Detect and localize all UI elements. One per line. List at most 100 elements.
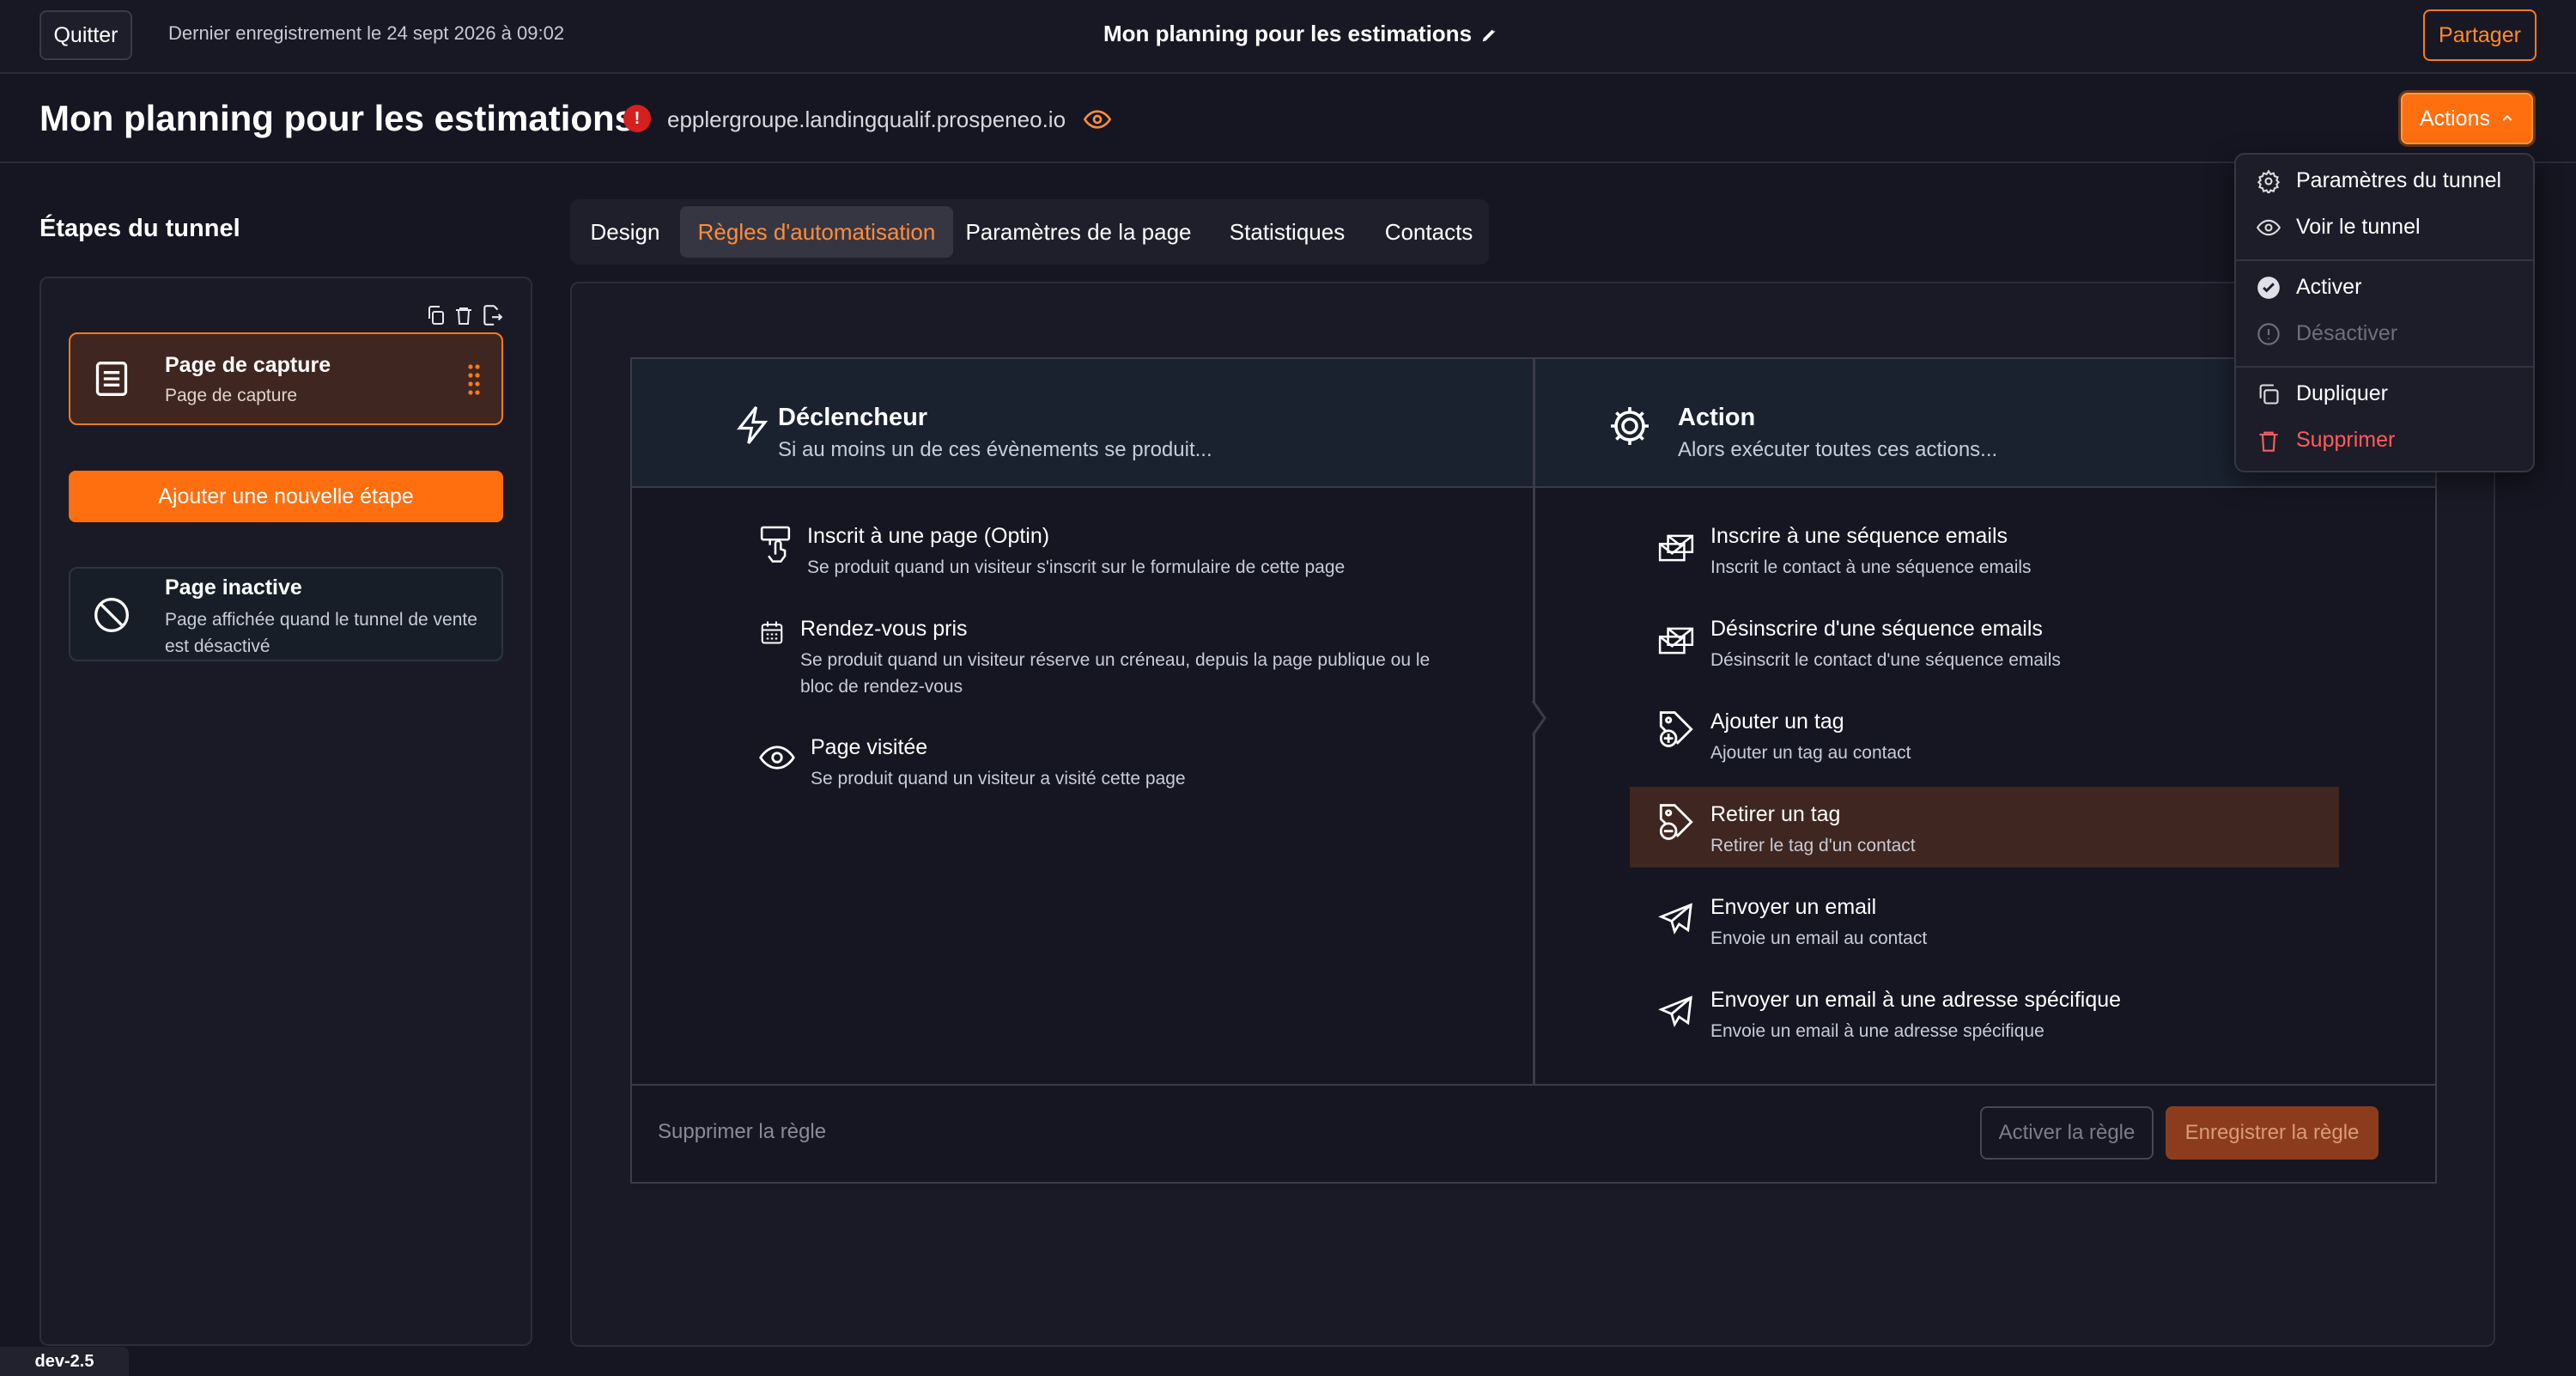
trigger-subtitle: Si au moins un de ces évènements se prod… bbox=[778, 438, 1212, 461]
action-item-subscribe-sequence[interactable]: Inscrire à une séquence emails Inscrit l… bbox=[1657, 524, 2032, 581]
item-title: Retirer un tag bbox=[1710, 802, 1841, 826]
actions-dropdown-menu: Paramètres du tunnel Voir le tunnel Acti… bbox=[2234, 153, 2535, 472]
alert-circle-icon bbox=[2257, 322, 2281, 346]
step-subtitle: Page de capture bbox=[165, 386, 298, 405]
pencil-icon[interactable] bbox=[1480, 25, 1499, 44]
delete-rule-link[interactable]: Supprimer la règle bbox=[658, 1120, 826, 1144]
share-button[interactable]: Partager bbox=[2423, 9, 2537, 61]
eye-icon bbox=[2257, 216, 2281, 240]
divider-arrow bbox=[1531, 701, 1548, 735]
copy-icon bbox=[2257, 382, 2281, 406]
item-description: Envoie un email à une adresse spécifique bbox=[1710, 1021, 2044, 1041]
tab-page-settings[interactable]: Paramètres de la page bbox=[958, 206, 1199, 258]
quit-button[interactable]: Quitter bbox=[39, 10, 132, 60]
item-description: Ajouter un tag au contact bbox=[1710, 743, 1911, 763]
eye-icon[interactable] bbox=[1084, 106, 1111, 133]
step-subtitle: Page affichée quand le tunnel de vente e… bbox=[165, 610, 477, 656]
menu-item-view-funnel[interactable]: Voir le tunnel bbox=[2257, 215, 2421, 240]
action-subtitle: Alors exécuter toutes ces actions... bbox=[1678, 438, 1998, 461]
email-sequence-icon bbox=[1657, 617, 1695, 673]
item-title: Envoyer un email à une adresse spécifiqu… bbox=[1710, 988, 2122, 1012]
last-save-status: Dernier enregistrement le 24 sept 2026 à… bbox=[168, 22, 565, 44]
menu-item-label: Désactiver bbox=[2296, 321, 2398, 345]
funnel-name-editable[interactable]: Mon planning pour les estimations bbox=[1103, 21, 1499, 47]
gear-icon bbox=[1609, 405, 1650, 447]
menu-item-funnel-settings[interactable]: Paramètres du tunnel bbox=[2257, 168, 2501, 193]
trash-icon bbox=[2257, 429, 2281, 453]
step-title: Page inactive bbox=[165, 575, 302, 600]
gear-icon bbox=[2257, 168, 2281, 193]
tab-design[interactable]: Design bbox=[577, 206, 673, 258]
item-title: Inscrire à une séquence emails bbox=[1710, 524, 2008, 548]
item-title: Ajouter un tag bbox=[1710, 709, 1844, 734]
item-description: Se produit quand un visiteur s'inscrit s… bbox=[807, 557, 1346, 577]
menu-item-label: Paramètres du tunnel bbox=[2296, 168, 2502, 192]
save-rule-button[interactable]: Enregistrer la règle bbox=[2166, 1106, 2379, 1160]
eye-icon bbox=[759, 735, 795, 792]
menu-item-label: Dupliquer bbox=[2296, 381, 2389, 405]
check-circle-icon bbox=[2257, 276, 2281, 300]
item-title: Rendez-vous pris bbox=[800, 617, 968, 641]
activate-rule-button[interactable]: Activer la règle bbox=[1980, 1106, 2154, 1160]
item-description: Retirer le tag d'un contact bbox=[1710, 836, 1916, 855]
optin-icon bbox=[759, 524, 792, 581]
tab-statistics[interactable]: Statistiques bbox=[1204, 206, 1370, 258]
step-title: Page de capture bbox=[165, 353, 331, 377]
footer-divider bbox=[632, 1084, 2435, 1086]
action-item-send-email[interactable]: Envoyer un email Envoie un email au cont… bbox=[1657, 895, 1927, 952]
chevron-up-icon bbox=[2500, 112, 2514, 125]
trigger-item-optin[interactable]: Inscrit à une page (Optin) Se produit qu… bbox=[759, 524, 1345, 581]
trigger-title: Déclencheur bbox=[778, 404, 928, 431]
item-title: Inscrit à une page (Optin) bbox=[807, 524, 1050, 548]
menu-item-label: Supprimer bbox=[2296, 428, 2396, 452]
item-title: Désinscrire d'une séquence emails bbox=[1710, 617, 2043, 641]
trash-icon[interactable] bbox=[453, 304, 474, 326]
add-step-button[interactable]: Ajouter une nouvelle étape bbox=[69, 471, 503, 522]
steps-panel bbox=[39, 277, 532, 1346]
item-description: Envoie un email au contact bbox=[1710, 928, 1928, 948]
error-status-icon[interactable]: ! bbox=[623, 105, 651, 132]
paper-plane-icon bbox=[1657, 895, 1695, 952]
drag-handle-icon[interactable] bbox=[467, 363, 481, 398]
step-inactive-page[interactable]: Page inactive Page affichée quand le tun… bbox=[69, 567, 503, 661]
item-description: Se produit quand un visiteur a visité ce… bbox=[811, 769, 1186, 788]
funnel-name-text: Mon planning pour les estimations bbox=[1103, 21, 1473, 46]
step-capture-page[interactable]: Page de capture Page de capture bbox=[69, 332, 503, 425]
export-icon[interactable] bbox=[481, 304, 503, 326]
step-toolbar bbox=[426, 304, 503, 326]
item-description: Désinscrit le contact d'une séquence ema… bbox=[1710, 650, 2061, 670]
trigger-header: Déclencheur Si au moins un de ces évènem… bbox=[632, 359, 1534, 488]
page-document-icon bbox=[93, 360, 131, 398]
steps-title: Étapes du tunnel bbox=[39, 215, 240, 242]
copy-icon[interactable] bbox=[426, 304, 447, 326]
menu-item-label: Activer bbox=[2296, 275, 2362, 299]
tag-add-icon bbox=[1657, 709, 1695, 766]
actions-label: Actions bbox=[2420, 106, 2490, 131]
menu-item-duplicate[interactable]: Dupliquer bbox=[2257, 381, 2388, 406]
menu-item-deactivate: Désactiver bbox=[2257, 321, 2397, 346]
actions-button[interactable]: Actions bbox=[2401, 93, 2533, 144]
action-item-send-email-specific[interactable]: Envoyer un email à une adresse spécifiqu… bbox=[1657, 988, 2121, 1044]
trigger-item-appointment[interactable]: Rendez-vous pris Se produit quand un vis… bbox=[759, 617, 1436, 700]
action-title: Action bbox=[1678, 404, 1756, 431]
item-description: Se produit quand un visiteur réserve un … bbox=[800, 650, 1431, 697]
funnel-domain: epplergroupe.landingqualif.prospeneo.io bbox=[667, 107, 1066, 132]
menu-item-label: Voir le tunnel bbox=[2296, 215, 2421, 239]
tab-automation-rules[interactable]: Règles d'automatisation bbox=[680, 206, 953, 258]
menu-item-delete[interactable]: Supprimer bbox=[2257, 428, 2395, 453]
action-item-add-tag[interactable]: Ajouter un tag Ajouter un tag au contact bbox=[1657, 709, 1911, 766]
menu-item-activate[interactable]: Activer bbox=[2257, 275, 2361, 300]
trigger-item-page-visited[interactable]: Page visitée Se produit quand un visiteu… bbox=[759, 735, 1186, 792]
tab-contacts[interactable]: Contacts bbox=[1376, 206, 1482, 258]
menu-separator bbox=[2236, 366, 2533, 368]
action-item-remove-tag[interactable]: Retirer un tag Retirer le tag d'un conta… bbox=[1657, 802, 1916, 859]
ban-icon bbox=[93, 596, 131, 634]
page-title: Mon planning pour les estimations bbox=[39, 98, 635, 138]
action-item-unsubscribe-sequence[interactable]: Désinscrire d'une séquence emails Désins… bbox=[1657, 617, 2061, 673]
version-badge: dev-2.5 bbox=[0, 1347, 129, 1376]
tag-remove-icon bbox=[1657, 802, 1695, 859]
item-title: Page visitée bbox=[811, 735, 928, 759]
email-sequence-icon bbox=[1657, 524, 1695, 581]
item-title: Envoyer un email bbox=[1710, 895, 1877, 919]
calendar-icon bbox=[759, 617, 785, 700]
